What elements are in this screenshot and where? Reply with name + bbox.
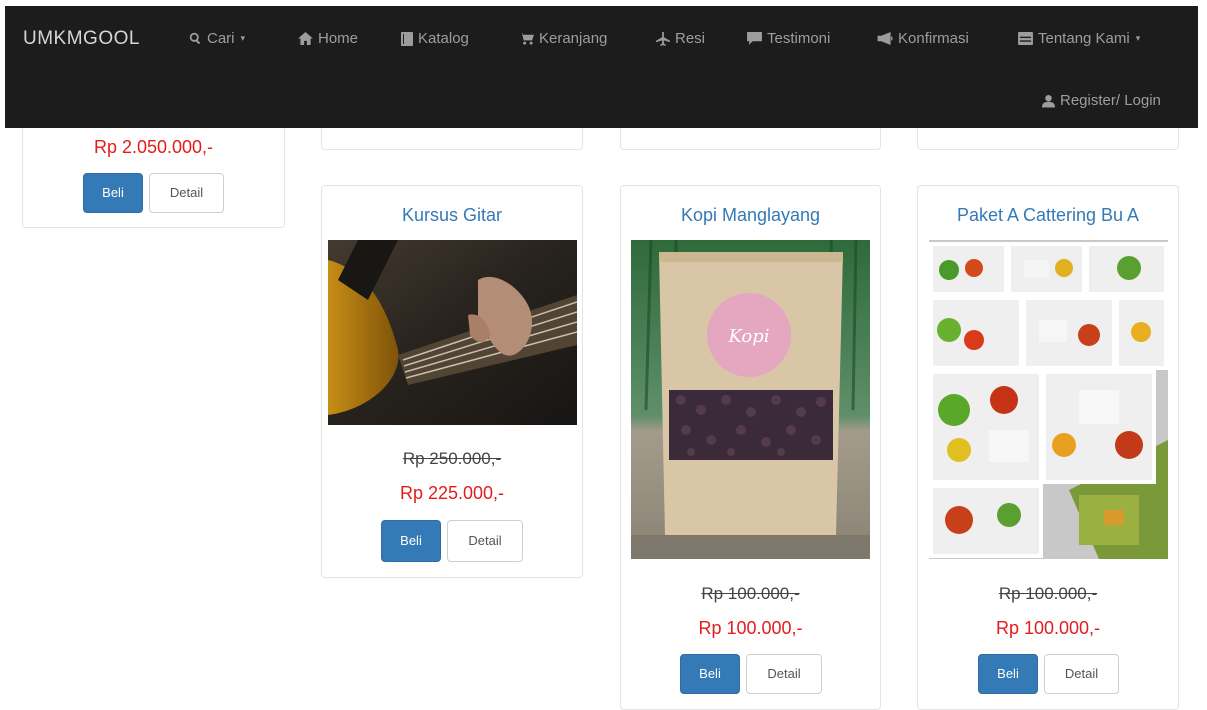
nav-resi[interactable]: Resi bbox=[656, 30, 705, 47]
buy-button[interactable]: Beli bbox=[83, 173, 143, 213]
comment-icon bbox=[747, 32, 762, 45]
plane-icon bbox=[656, 31, 670, 46]
nav-keranjang-label: Keranjang bbox=[539, 30, 608, 47]
brand-logo[interactable]: UMKMGOOL bbox=[23, 28, 140, 50]
chevron-down-icon: ▾ bbox=[1135, 33, 1141, 43]
product-title[interactable]: Kopi Manglayang bbox=[621, 205, 880, 226]
navbar: UMKMGOOL Cari ▾ Home Katalog Keranjang Re… bbox=[5, 6, 1198, 128]
detail-button[interactable]: Detail bbox=[447, 520, 523, 562]
inbox-icon bbox=[1018, 32, 1033, 45]
product-title[interactable]: Paket A Cattering Bu A bbox=[918, 205, 1178, 226]
price-new: Rp 100.000,- bbox=[995, 618, 1101, 638]
nav-home-label: Home bbox=[318, 30, 359, 47]
product-card: Kursus Gitar Rp 250.000,- Rp 225.000,- B… bbox=[321, 185, 583, 578]
nav-katalog-label: Katalog bbox=[418, 30, 469, 47]
cart-icon bbox=[519, 32, 534, 45]
price-old: Rp 250.000,- bbox=[402, 449, 502, 468]
price-new: Rp 2.050.000,- bbox=[93, 137, 214, 157]
bullhorn-icon bbox=[877, 32, 893, 45]
nav-resi-label: Resi bbox=[675, 30, 706, 47]
nav-konfirmasi[interactable]: Konfirmasi bbox=[877, 30, 969, 47]
buy-button[interactable]: Beli bbox=[978, 654, 1038, 694]
nav-register-login-label: Register/ Login bbox=[1060, 92, 1161, 109]
detail-button[interactable]: Detail bbox=[746, 654, 822, 694]
nav-keranjang[interactable]: Keranjang bbox=[519, 30, 607, 47]
product-image[interactable]: Kopi bbox=[631, 240, 870, 559]
nav-cari[interactable]: Cari ▾ bbox=[189, 30, 245, 47]
nav-testimoni[interactable]: Testimoni bbox=[747, 30, 830, 47]
nav-home[interactable]: Home bbox=[298, 30, 358, 47]
product-card: Paket A Cattering Bu A Rp 100.000,- Rp 1… bbox=[917, 185, 1179, 710]
nav-konfirmasi-label: Konfirmasi bbox=[898, 30, 969, 47]
price-new: Rp 225.000,- bbox=[399, 483, 505, 503]
buy-button[interactable]: Beli bbox=[680, 654, 740, 694]
home-icon bbox=[298, 32, 313, 45]
nav-tentang-kami[interactable]: Tentang Kami ▾ bbox=[1018, 30, 1140, 47]
price-old: Rp 100.000,- bbox=[701, 584, 800, 603]
price-new: Rp 100.000,- bbox=[698, 618, 803, 638]
nav-cari-label: Cari bbox=[207, 30, 235, 47]
nav-tentang-kami-label: Tentang Kami bbox=[1038, 30, 1130, 47]
buy-button[interactable]: Beli bbox=[381, 520, 441, 562]
nav-katalog[interactable]: Katalog bbox=[401, 30, 469, 47]
detail-button[interactable]: Detail bbox=[149, 173, 224, 213]
product-title[interactable]: Kursus Gitar bbox=[322, 205, 582, 226]
book-icon bbox=[401, 31, 413, 46]
product-card: Kopi Manglayang Kopi Rp 100.000,- Rp 100… bbox=[620, 185, 881, 710]
detail-button[interactable]: Detail bbox=[1044, 654, 1119, 694]
product-image[interactable] bbox=[929, 240, 1168, 559]
chevron-down-icon: ▾ bbox=[240, 33, 246, 43]
product-image[interactable] bbox=[328, 240, 577, 425]
price-old: Rp 100.000,- bbox=[998, 584, 1098, 603]
user-icon bbox=[1042, 94, 1055, 107]
search-icon bbox=[189, 32, 201, 45]
nav-register-login[interactable]: Register/ Login bbox=[1042, 92, 1161, 109]
nav-testimoni-label: Testimoni bbox=[767, 30, 831, 47]
pack-logo-text: Kopi bbox=[727, 326, 769, 347]
